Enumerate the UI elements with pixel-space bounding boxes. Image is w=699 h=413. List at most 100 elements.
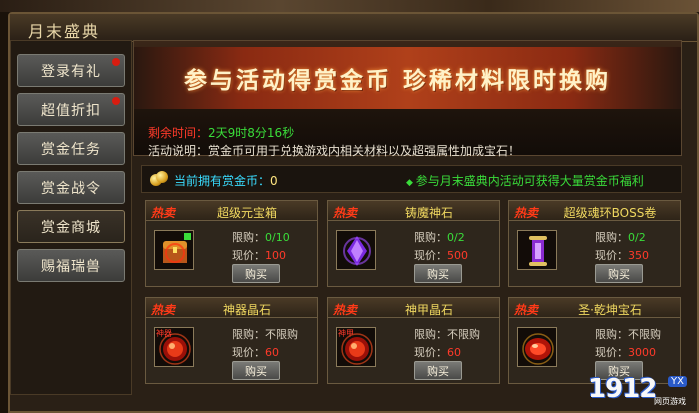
red-orb-icon[interactable]: 神器 <box>154 327 194 367</box>
sidebar-item-bounty-shop[interactable]: 赏金商城 <box>17 210 125 243</box>
hot-tag: 热卖 <box>333 303 358 317</box>
limit-value: 不限购 <box>628 328 661 341</box>
window-title: 月末盛典 <box>28 22 101 41</box>
event-description: 活动说明：赏金币可用于兑换游戏内相关材料以及超强属性加成宝石！ <box>148 142 520 159</box>
price-row: 现价：100 <box>232 247 286 263</box>
price-row: 现价：3000 <box>595 344 656 360</box>
watermark-sub: 网页游戏 <box>654 397 686 406</box>
red-gem-icon[interactable] <box>517 327 557 367</box>
hot-tag: 热卖 <box>514 206 539 220</box>
price-label: 现价： <box>595 249 628 262</box>
bind-label: 神甲 <box>338 329 354 338</box>
limit-row: 限购：0/2 <box>595 229 646 245</box>
price-value: 350 <box>628 249 649 262</box>
sidebar-item-label: 赐福瑞兽 <box>41 258 101 275</box>
bind-label: 神器 <box>156 329 172 338</box>
shop-card: 热卖 神器晶石 神器 限购：不限购 现价：60 购买 <box>145 297 318 384</box>
sidebar-item-label: 赏金战令 <box>41 180 101 197</box>
shop-card: 热卖 铸魔神石 限购：0/2 现价：500 购买 <box>327 200 500 287</box>
buy-button[interactable]: 购买 <box>595 264 643 283</box>
price-value: 60 <box>447 346 461 359</box>
top-strip <box>0 0 699 12</box>
currency-tip: 参与月末盛典内活动可获得大量赏金币福利 <box>406 172 644 189</box>
price-value: 500 <box>447 249 468 262</box>
item-name: 铸魔神石 <box>404 206 453 220</box>
notification-dot <box>112 97 120 105</box>
limit-row: 限购：不限购 <box>414 326 480 342</box>
item-name: 超级魂环BOSS卷 <box>563 206 657 220</box>
currency-balance: 当前拥有赏金币：0 <box>174 172 278 189</box>
remaining-time: 剩余时间：2天9时8分16秒 <box>148 124 294 141</box>
limit-label: 限购： <box>595 328 628 341</box>
card-header: 热卖 神器晶石 <box>146 298 317 318</box>
limit-label: 限购： <box>232 231 265 244</box>
desc-value: 赏金币可用于兑换游戏内相关材料以及超强属性加成宝石！ <box>208 144 521 158</box>
card-header: 热卖 铸魔神石 <box>328 201 499 221</box>
limit-label: 限购： <box>414 231 447 244</box>
price-label: 现价： <box>414 249 447 262</box>
sidebar-item-discount[interactable]: 超值折扣 <box>17 93 125 126</box>
shop-card: 热卖 神甲晶石 神甲 限购：不限购 现价：60 购买 <box>327 297 500 384</box>
item-name: 圣·乾坤宝石 <box>578 303 642 317</box>
hot-tag: 热卖 <box>151 206 176 220</box>
currency-label: 当前拥有赏金币： <box>174 174 271 188</box>
limit-row: 限购：0/2 <box>414 229 465 245</box>
limit-label: 限购： <box>595 231 628 244</box>
treasure-chest-icon[interactable] <box>154 230 194 270</box>
price-row: 现价：60 <box>232 344 279 360</box>
notification-dot <box>112 58 120 66</box>
desc-label: 活动说明： <box>148 144 209 158</box>
title-bar: 月末盛典 <box>10 14 697 42</box>
price-row: 现价：60 <box>414 344 461 360</box>
sidebar-item-login-gift[interactable]: 登录有礼 <box>17 54 125 87</box>
price-value: 100 <box>265 249 286 262</box>
currency-bar: 当前拥有赏金币：0 参与月末盛典内活动可获得大量赏金币福利 <box>141 165 682 193</box>
time-value: 2天9时8分16秒 <box>208 126 295 140</box>
buy-button[interactable]: 购买 <box>414 361 462 380</box>
scroll-icon[interactable] <box>517 230 557 270</box>
buy-button[interactable]: 购买 <box>414 264 462 283</box>
shop-card: 热卖 超级元宝箱 限购：0/10 现价：100 购买 <box>145 200 318 287</box>
currency-amount: 0 <box>270 174 278 188</box>
watermark-tag: YX <box>668 376 687 387</box>
price-value: 3000 <box>628 346 656 359</box>
item-name: 神甲晶石 <box>404 303 453 317</box>
sidebar: 登录有礼 超值折扣 赏金任务 赏金战令 赏金商城 赐福瑞兽 <box>10 40 132 395</box>
limit-row: 限购：不限购 <box>232 326 298 342</box>
limit-row: 限购：不限购 <box>595 326 661 342</box>
sidebar-item-bounty-task[interactable]: 赏金任务 <box>17 132 125 165</box>
buy-button[interactable]: 购买 <box>232 264 280 283</box>
gold-coin-icon <box>150 171 168 187</box>
hot-tag: 热卖 <box>151 303 176 317</box>
shop-card: 热卖 超级魂环BOSS卷 限购：0/2 现价：350 购买 <box>508 200 681 287</box>
price-label: 现价： <box>232 346 265 359</box>
item-corner-icon <box>184 233 191 240</box>
sidebar-item-label: 登录有礼 <box>41 63 101 80</box>
banner-headline: 参与活动得赏金币 珍稀材料限时换购 <box>184 67 612 94</box>
price-label: 现价： <box>595 346 628 359</box>
limit-row: 限购：0/10 <box>232 229 290 245</box>
buy-button[interactable]: 购买 <box>232 361 280 380</box>
shop-card: 热卖 圣·乾坤宝石 限购：不限购 现价：3000 购买 <box>508 297 681 384</box>
hot-tag: 热卖 <box>333 206 358 220</box>
card-header: 热卖 超级元宝箱 <box>146 201 317 221</box>
price-value: 60 <box>265 346 279 359</box>
limit-value: 不限购 <box>265 328 298 341</box>
hot-tag: 热卖 <box>514 303 539 317</box>
watermark-number: 1912 <box>588 374 657 404</box>
price-row: 现价：500 <box>414 247 468 263</box>
price-label: 现价： <box>232 249 265 262</box>
limit-value: 0/10 <box>265 231 290 244</box>
item-name: 神器晶石 <box>222 303 271 317</box>
price-label: 现价： <box>414 346 447 359</box>
time-label: 剩余时间： <box>148 126 209 140</box>
red-orb-icon[interactable]: 神甲 <box>336 327 376 367</box>
sidebar-item-label: 超值折扣 <box>41 102 101 119</box>
sidebar-item-bounty-pass[interactable]: 赏金战令 <box>17 171 125 204</box>
card-header: 热卖 神甲晶石 <box>328 298 499 318</box>
limit-label: 限购： <box>414 328 447 341</box>
sidebar-item-blessing-beast[interactable]: 赐福瑞兽 <box>17 249 125 282</box>
purple-crystal-icon[interactable] <box>336 230 376 270</box>
limit-value: 不限购 <box>447 328 480 341</box>
sidebar-item-label: 赏金商城 <box>41 219 101 236</box>
